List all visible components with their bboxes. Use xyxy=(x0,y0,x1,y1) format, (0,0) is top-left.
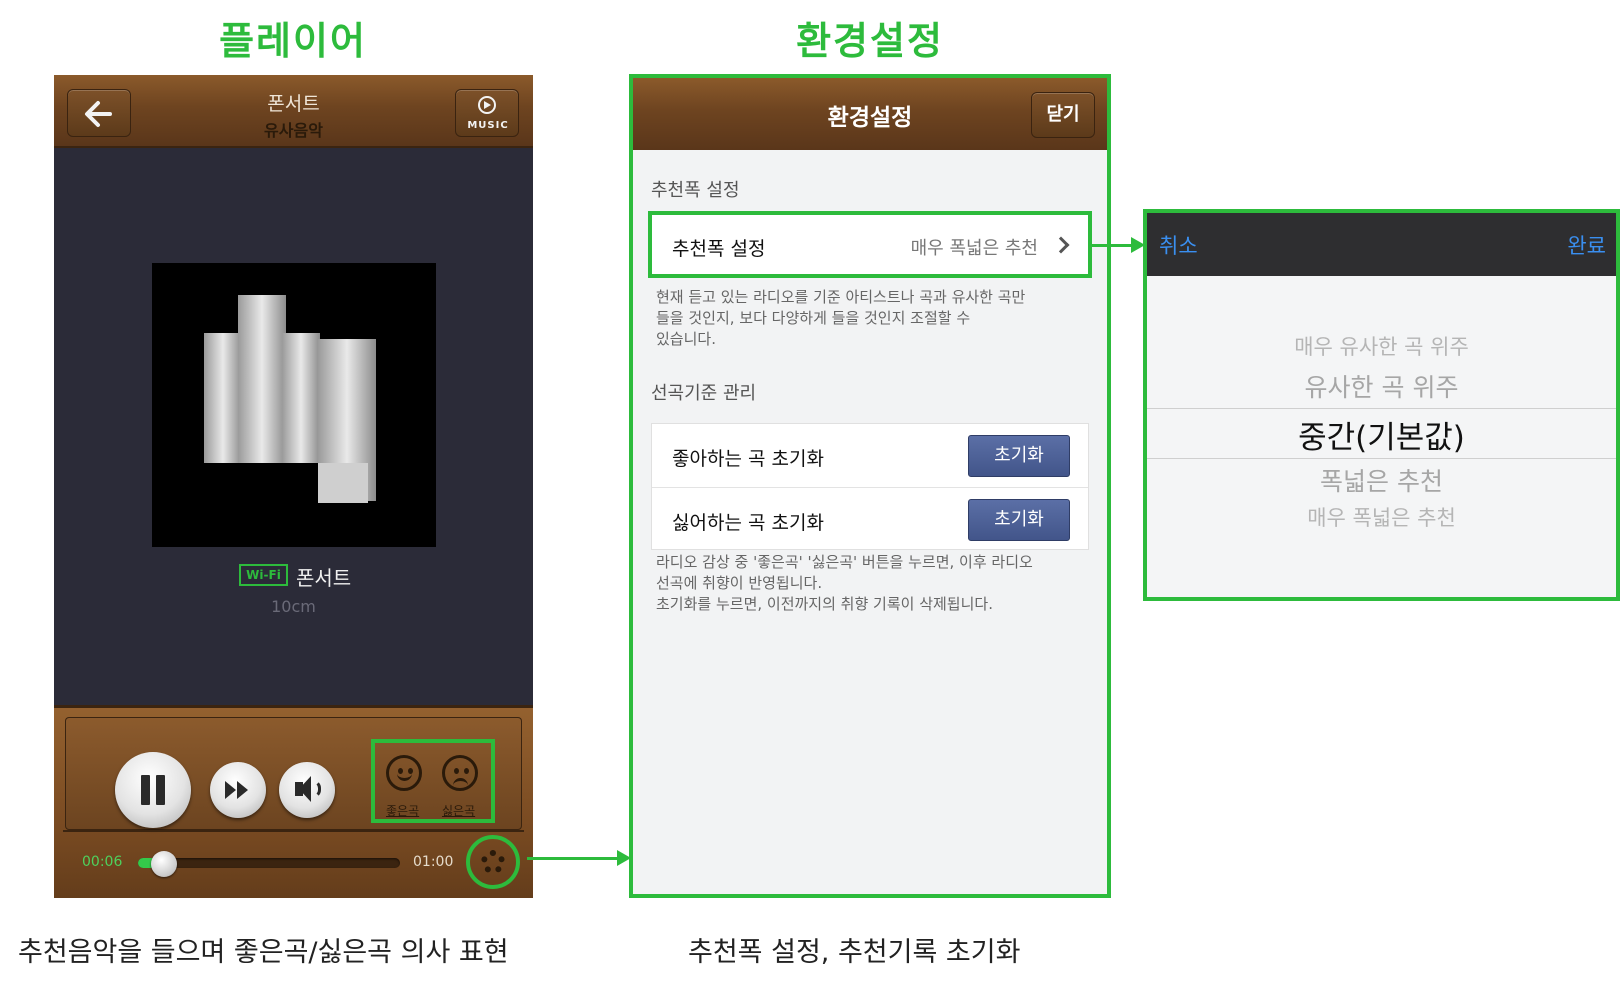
done-button[interactable]: 완료 xyxy=(1567,230,1606,260)
cancel-button[interactable]: 취소 xyxy=(1159,230,1198,260)
recommend-range-label: 추천폭 설정 xyxy=(672,238,766,260)
reset-like-label: 좋아하는 곡 초기화 xyxy=(672,448,824,470)
picker-option[interactable]: 유사한 곡 위주 xyxy=(1147,368,1616,404)
picker-option-selected[interactable]: 중간(기본값) xyxy=(1147,412,1616,457)
fast-forward-icon xyxy=(225,781,236,799)
settings-heading: 환경설정 xyxy=(796,19,944,63)
player-controls: 좋은곡 싫은곡 00:06 01:00 xyxy=(54,705,533,898)
album-art xyxy=(152,263,436,547)
reset-group: 좋아하는 곡 초기화 초기화 싫어하는 곡 초기화 초기화 xyxy=(651,423,1089,550)
settings-screen: 환경설정 닫기 추천폭 설정 추천폭 설정 매우 폭넓은 추천 현재 듣고 있는… xyxy=(629,74,1111,898)
close-button[interactable]: 닫기 xyxy=(1031,92,1095,138)
reset-description-line: 초기화를 누르면, 이전까지의 취향 기록이 삭제됩니다. xyxy=(656,595,993,613)
reset-description: 라디오 감상 중 '좋은곡' '싫은곡' 버튼을 누르면, 이후 라디오 선곡에… xyxy=(656,552,1076,615)
like-button[interactable] xyxy=(386,755,422,791)
range-picker: 취소 완료 매우 유사한 곡 위주 유사한 곡 위주 중간(기본값) 폭넓은 추… xyxy=(1143,209,1620,601)
reset-dislike-label: 싫어하는 곡 초기화 xyxy=(672,512,824,534)
total-time: 01:00 xyxy=(413,854,454,870)
settings-caption: 추천폭 설정, 추천기록 초기화 xyxy=(688,937,1021,968)
range-description-line: 현재 듣고 있는 라디오를 기준 아티스트나 곡과 유사한 곡만 xyxy=(656,288,1026,306)
reset-description-line: 선곡에 취향이 반영됩니다. xyxy=(656,574,823,592)
control-panel: 좋은곡 싫은곡 xyxy=(65,717,522,830)
reset-dislike-row: 싫어하는 곡 초기화 초기화 xyxy=(652,487,1088,550)
current-time: 00:06 xyxy=(82,854,123,870)
player-caption: 추천음악을 들으며 좋은곡/싫은곡 의사 표현 xyxy=(18,937,509,968)
pause-icon xyxy=(141,775,150,805)
player-top-bar: 폰서트 유사음악 MUSIC xyxy=(54,75,533,148)
picker-option[interactable]: 매우 폭넓은 추천 xyxy=(1147,502,1616,532)
player-subtitle: 유사음악 xyxy=(264,121,323,140)
progress-track[interactable] xyxy=(138,858,400,868)
picker-option[interactable]: 매우 유사한 곡 위주 xyxy=(1147,331,1616,361)
frown-icon xyxy=(454,768,459,774)
recommend-range-row[interactable]: 추천폭 설정 매우 폭넓은 추천 xyxy=(648,211,1092,278)
song-title: 폰서트 xyxy=(296,566,352,590)
section-header-criteria: 선곡기준 관리 xyxy=(651,383,757,404)
reset-like-row: 좋아하는 곡 초기화 초기화 xyxy=(652,424,1088,487)
pause-button[interactable] xyxy=(115,752,191,828)
section-header-range: 추천폭 설정 xyxy=(651,180,740,201)
like-label: 좋은곡 xyxy=(386,804,420,818)
settings-gear-button[interactable] xyxy=(466,835,520,889)
reset-like-button[interactable]: 초기화 xyxy=(968,435,1070,477)
arrow-to-picker xyxy=(1091,244,1134,247)
fast-forward-button[interactable] xyxy=(210,762,266,818)
dislike-button[interactable] xyxy=(442,755,478,791)
player-heading: 플레이어 xyxy=(219,19,367,63)
reset-description-line: 라디오 감상 중 '좋은곡' '싫은곡' 버튼을 누르면, 이후 라디오 xyxy=(656,553,1033,571)
volume-button[interactable] xyxy=(279,762,335,818)
picker-toolbar: 취소 완료 xyxy=(1147,213,1616,276)
range-description: 현재 듣고 있는 라디오를 기준 아티스트나 곡과 유사한 곡만 들을 것인지,… xyxy=(656,287,1076,350)
player-title: 폰서트 xyxy=(267,93,320,115)
music-button[interactable]: MUSIC xyxy=(455,89,519,137)
music-label: MUSIC xyxy=(467,120,509,131)
like-dislike-highlight: 좋은곡 싫은곡 xyxy=(371,739,495,823)
wifi-badge: Wi-Fi xyxy=(239,564,288,586)
dislike-label: 싫은곡 xyxy=(442,804,476,818)
back-arrow-icon xyxy=(85,101,112,127)
back-button[interactable] xyxy=(67,89,131,137)
gear-icon xyxy=(481,850,505,874)
progress-area: 00:06 01:00 xyxy=(63,830,524,894)
player-screen: 폰서트 유사음악 MUSIC Wi-Fi 폰서트 10cm 좋은곡 싫은곡 00… xyxy=(54,75,533,898)
album-art-graphic xyxy=(204,295,376,503)
artist-name: 10cm xyxy=(271,597,316,616)
chevron-right-icon xyxy=(1052,236,1070,254)
reset-dislike-button[interactable]: 초기화 xyxy=(968,499,1070,541)
recommend-range-value: 매우 폭넓은 추천 xyxy=(910,238,1038,259)
arrow-to-settings xyxy=(527,857,619,860)
picker-option[interactable]: 폭넓은 추천 xyxy=(1147,462,1616,498)
range-description-line: 있습니다. xyxy=(656,330,716,348)
progress-knob[interactable] xyxy=(151,851,178,877)
range-description-line: 들을 것인지, 보다 다양하게 들을 것인지 조절할 수 xyxy=(656,309,971,327)
settings-top-bar: 환경설정 닫기 xyxy=(633,78,1107,150)
